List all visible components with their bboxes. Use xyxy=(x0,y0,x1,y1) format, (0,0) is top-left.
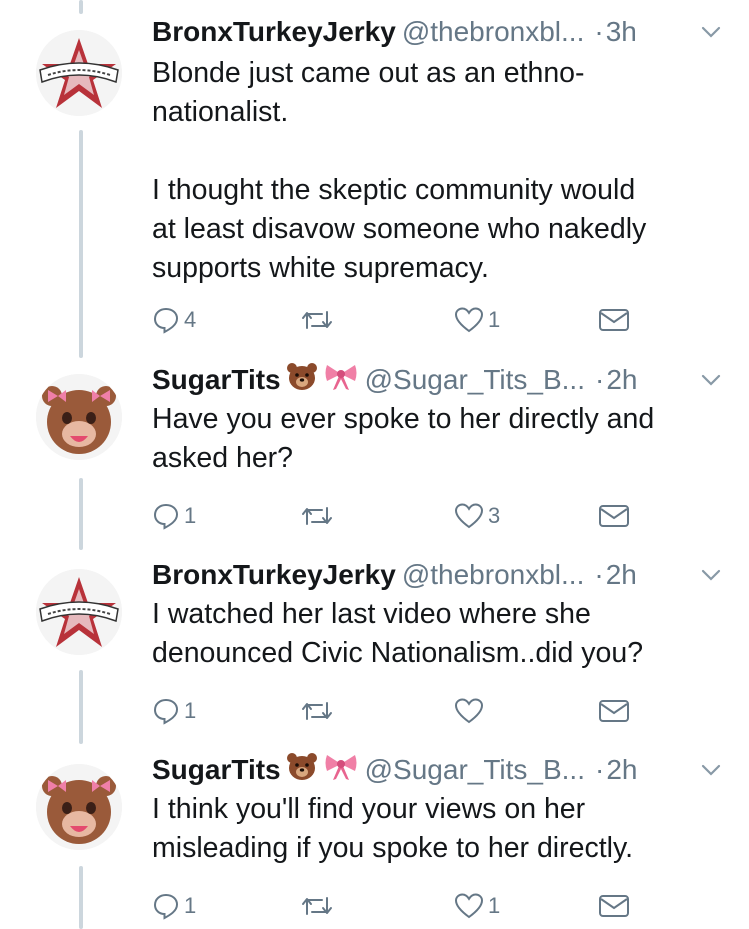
timestamp[interactable]: 2h xyxy=(606,559,637,590)
like-button[interactable]: 1 xyxy=(454,304,500,336)
tweet-header: BronxTurkeyJerky @thebronxbl... ·3h xyxy=(152,12,722,52)
envelope-icon xyxy=(599,309,629,331)
tweet[interactable]: SugarTits @Sugar_Tits_B... ·2h Have you ev… xyxy=(0,360,749,540)
tweet-text: I think you'll find your views on her mi… xyxy=(152,793,634,864)
user-handle[interactable]: @thebronxbl... xyxy=(402,16,585,47)
reply-count: 1 xyxy=(184,893,197,918)
tweet[interactable]: BronxTurkeyJerky @thebronxbl... ·2h I watc… xyxy=(0,555,749,735)
reply-icon xyxy=(153,698,179,725)
heart-icon xyxy=(454,307,484,333)
display-name[interactable]: BronxTurkeyJerky xyxy=(152,16,396,47)
like-count: 1 xyxy=(488,893,501,918)
direct-message-button[interactable] xyxy=(598,695,630,727)
reply-button[interactable]: 1 xyxy=(152,890,196,922)
retweet-icon xyxy=(302,702,332,720)
tweet-header: SugarTits @Sugar_Tits_B... ·2h xyxy=(152,750,722,790)
chevron-down-icon[interactable] xyxy=(700,759,722,781)
like-count: 3 xyxy=(488,503,501,528)
tweet-header: SugarTits @Sugar_Tits_B... ·2h xyxy=(152,360,722,400)
separator-dot: · xyxy=(595,364,605,395)
user-handle[interactable]: @Sugar_Tits_B... xyxy=(365,754,585,785)
reply-button[interactable]: 1 xyxy=(152,695,196,727)
reply-button[interactable]: 4 xyxy=(152,304,196,336)
reply-count: 1 xyxy=(184,698,197,723)
timestamp[interactable]: 3h xyxy=(606,16,637,47)
avatar[interactable] xyxy=(36,764,122,850)
reply-button[interactable]: 1 xyxy=(152,500,196,532)
reply-count: 1 xyxy=(184,503,197,528)
display-name[interactable]: BronxTurkeyJerky xyxy=(152,559,396,590)
separator-dot: · xyxy=(595,754,605,785)
user-handle[interactable]: @thebronxbl... xyxy=(402,559,585,590)
envelope-icon xyxy=(599,505,629,527)
retweet-button[interactable] xyxy=(300,304,338,336)
bear-avatar-icon xyxy=(36,764,122,850)
direct-message-button[interactable] xyxy=(598,890,630,922)
separator-dot: · xyxy=(594,16,604,47)
user-handle[interactable]: @Sugar_Tits_B... xyxy=(365,364,585,395)
retweet-button[interactable] xyxy=(300,890,338,922)
reply-count: 4 xyxy=(184,307,197,332)
bear-face-icon xyxy=(285,361,319,402)
chevron-down-icon[interactable] xyxy=(700,564,722,586)
envelope-icon xyxy=(599,895,629,917)
retweet-icon xyxy=(302,507,332,525)
tweet-actions: 1 xyxy=(152,695,642,727)
tweet[interactable]: BronxTurkeyJerky @thebronxbl... ·3h Blonde… xyxy=(0,12,749,342)
display-name[interactable]: SugarTits xyxy=(152,364,281,395)
retweet-button[interactable] xyxy=(300,500,338,532)
tweet-text: Blonde just came out as an ethno- nation… xyxy=(152,57,647,284)
bear-avatar-icon xyxy=(36,374,122,460)
reply-icon xyxy=(153,307,179,334)
bear-face-icon xyxy=(285,751,319,792)
reply-icon xyxy=(153,503,179,530)
separator-dot: · xyxy=(594,559,604,590)
chevron-down-icon[interactable] xyxy=(700,21,722,43)
ribbon-icon xyxy=(323,361,359,402)
tweet-text: I watched her last video where she denou… xyxy=(152,598,644,669)
star-banner-icon xyxy=(36,569,122,655)
envelope-icon xyxy=(599,700,629,722)
direct-message-button[interactable] xyxy=(598,500,630,532)
heart-icon xyxy=(454,893,484,919)
tweet-actions: 1 3 xyxy=(152,500,642,532)
like-button[interactable]: 3 xyxy=(454,500,500,532)
avatar[interactable] xyxy=(36,569,122,655)
tweet-text: Have you ever spoke to her directly and … xyxy=(152,403,655,474)
heart-icon xyxy=(454,503,484,529)
tweet-actions: 4 1 xyxy=(152,304,642,336)
retweet-button[interactable] xyxy=(300,695,338,727)
chevron-down-icon[interactable] xyxy=(700,369,722,391)
tweet-header: BronxTurkeyJerky @thebronxbl... ·2h xyxy=(152,555,722,595)
like-count: 1 xyxy=(488,307,501,332)
direct-message-button[interactable] xyxy=(598,304,630,336)
avatar[interactable] xyxy=(36,374,122,460)
like-button[interactable]: 1 xyxy=(454,890,500,922)
timestamp[interactable]: 2h xyxy=(606,754,637,785)
retweet-icon xyxy=(302,897,332,915)
star-banner-icon xyxy=(36,30,122,116)
ribbon-icon xyxy=(323,751,359,792)
retweet-icon xyxy=(302,311,332,329)
timestamp[interactable]: 2h xyxy=(606,364,637,395)
like-button[interactable] xyxy=(454,695,488,727)
avatar[interactable] xyxy=(36,30,122,116)
heart-icon xyxy=(454,698,484,724)
tweet[interactable]: SugarTits @Sugar_Tits_B... ·2h I think you… xyxy=(0,750,749,929)
tweet-actions: 1 1 xyxy=(152,890,642,922)
display-name[interactable]: SugarTits xyxy=(152,754,281,785)
reply-icon xyxy=(153,893,179,920)
